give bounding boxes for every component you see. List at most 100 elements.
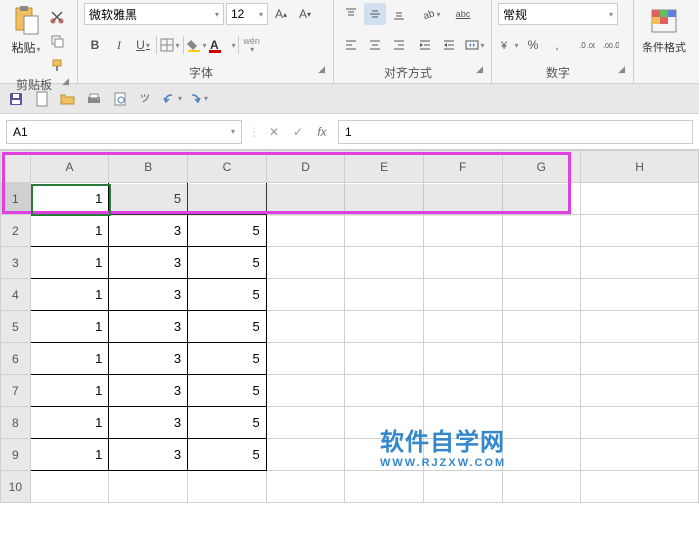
accept-edit-button[interactable]: ✓ (288, 122, 308, 142)
cell[interactable] (502, 183, 581, 215)
cell[interactable] (266, 279, 345, 311)
cell[interactable]: 1 (30, 215, 109, 247)
cell[interactable] (502, 407, 581, 439)
align-dialog-icon[interactable]: ◢ (476, 64, 483, 75)
cell[interactable] (266, 407, 345, 439)
cell[interactable] (423, 279, 502, 311)
align-right-button[interactable] (388, 34, 410, 56)
cell[interactable]: 5 (188, 215, 267, 247)
cell[interactable]: 5 (188, 247, 267, 279)
cell[interactable] (30, 471, 109, 503)
increase-indent-button[interactable] (438, 34, 460, 56)
name-box[interactable]: A1▾ (6, 120, 242, 144)
row-header[interactable]: 10 (1, 471, 31, 503)
cell[interactable] (266, 375, 345, 407)
increase-decimal-button[interactable]: .0.00 (576, 34, 598, 56)
cell[interactable] (423, 215, 502, 247)
number-dialog-icon[interactable]: ◢ (618, 64, 625, 75)
cell[interactable]: 1 (30, 439, 109, 471)
row-header[interactable]: 9 (1, 439, 31, 471)
format-painter-button[interactable] (46, 54, 68, 76)
cell[interactable] (423, 247, 502, 279)
clipboard-dialog-icon[interactable]: ◢ (62, 76, 69, 87)
align-top-button[interactable] (340, 3, 362, 25)
cell[interactable] (581, 183, 699, 215)
cell[interactable] (502, 311, 581, 343)
cell[interactable] (502, 343, 581, 375)
cell[interactable] (423, 343, 502, 375)
currency-button[interactable]: ¥▾ (498, 34, 520, 56)
font-color-button[interactable]: A▾ (210, 34, 236, 56)
col-header[interactable]: B (109, 151, 188, 183)
cell[interactable] (345, 183, 424, 215)
cell[interactable]: 1 (30, 247, 109, 279)
cell[interactable] (502, 439, 581, 471)
cell[interactable] (581, 439, 699, 471)
cell[interactable] (581, 343, 699, 375)
col-header[interactable]: H (581, 151, 699, 183)
cell[interactable] (266, 183, 345, 215)
cell[interactable]: 3 (109, 215, 188, 247)
redo-button[interactable]: ▾ (188, 89, 208, 109)
cell[interactable] (423, 183, 502, 215)
cell[interactable] (188, 471, 267, 503)
cell[interactable] (109, 471, 188, 503)
align-bottom-button[interactable] (388, 3, 410, 25)
print-button[interactable] (84, 89, 104, 109)
cell[interactable] (266, 439, 345, 471)
cell[interactable]: 3 (109, 311, 188, 343)
font-dialog-icon[interactable]: ◢ (318, 64, 325, 75)
cell[interactable] (581, 215, 699, 247)
cell[interactable]: 1 (30, 343, 109, 375)
cancel-edit-button[interactable]: ✕ (264, 122, 284, 142)
cell[interactable]: 5 (188, 279, 267, 311)
cell[interactable]: 1 (30, 311, 109, 343)
cell[interactable] (266, 311, 345, 343)
col-header[interactable]: C (188, 151, 267, 183)
shrink-font-button[interactable]: A▾ (294, 3, 316, 25)
italic-button[interactable]: I (108, 34, 130, 56)
cell[interactable] (188, 183, 267, 215)
grow-font-button[interactable]: A▴ (270, 3, 292, 25)
select-all-corner[interactable] (1, 151, 31, 183)
merge-button[interactable]: ▾ (464, 34, 486, 56)
cell[interactable] (345, 279, 424, 311)
cell[interactable]: 5 (109, 183, 188, 215)
cell[interactable] (581, 247, 699, 279)
decrease-indent-button[interactable] (414, 34, 436, 56)
bold-button[interactable]: B (84, 34, 106, 56)
spell-check-button[interactable]: ツ (136, 89, 156, 109)
cell[interactable] (581, 375, 699, 407)
col-header[interactable]: D (266, 151, 345, 183)
cell[interactable] (345, 375, 424, 407)
cell[interactable] (581, 471, 699, 503)
number-format-select[interactable]: 常规▾ (498, 3, 618, 25)
row-header[interactable]: 3 (1, 247, 31, 279)
cell[interactable]: 5 (188, 439, 267, 471)
print-preview-button[interactable] (110, 89, 130, 109)
cell[interactable] (423, 471, 502, 503)
cut-button[interactable] (46, 6, 68, 28)
spreadsheet-grid[interactable]: A B C D E F G H 115 2135 3135 4135 5135 … (0, 150, 699, 503)
cell[interactable]: 1 (30, 375, 109, 407)
row-header[interactable]: 6 (1, 343, 31, 375)
cell[interactable] (502, 215, 581, 247)
row-header[interactable]: 8 (1, 407, 31, 439)
cell[interactable]: 5 (188, 375, 267, 407)
orientation-button[interactable]: ab▾ (420, 3, 442, 25)
cell[interactable]: 5 (188, 311, 267, 343)
comma-button[interactable]: , (546, 34, 568, 56)
row-header[interactable]: 1 (1, 183, 31, 215)
cell[interactable]: 5 (188, 407, 267, 439)
cell[interactable] (502, 279, 581, 311)
undo-button[interactable]: ▾ (162, 89, 182, 109)
cell[interactable] (502, 471, 581, 503)
align-center-button[interactable] (364, 34, 386, 56)
row-header[interactable]: 4 (1, 279, 31, 311)
cell[interactable]: 1 (30, 183, 109, 215)
cell[interactable] (581, 279, 699, 311)
cell[interactable] (345, 215, 424, 247)
cell[interactable] (502, 375, 581, 407)
align-left-button[interactable] (340, 34, 362, 56)
cell[interactable]: 1 (30, 407, 109, 439)
